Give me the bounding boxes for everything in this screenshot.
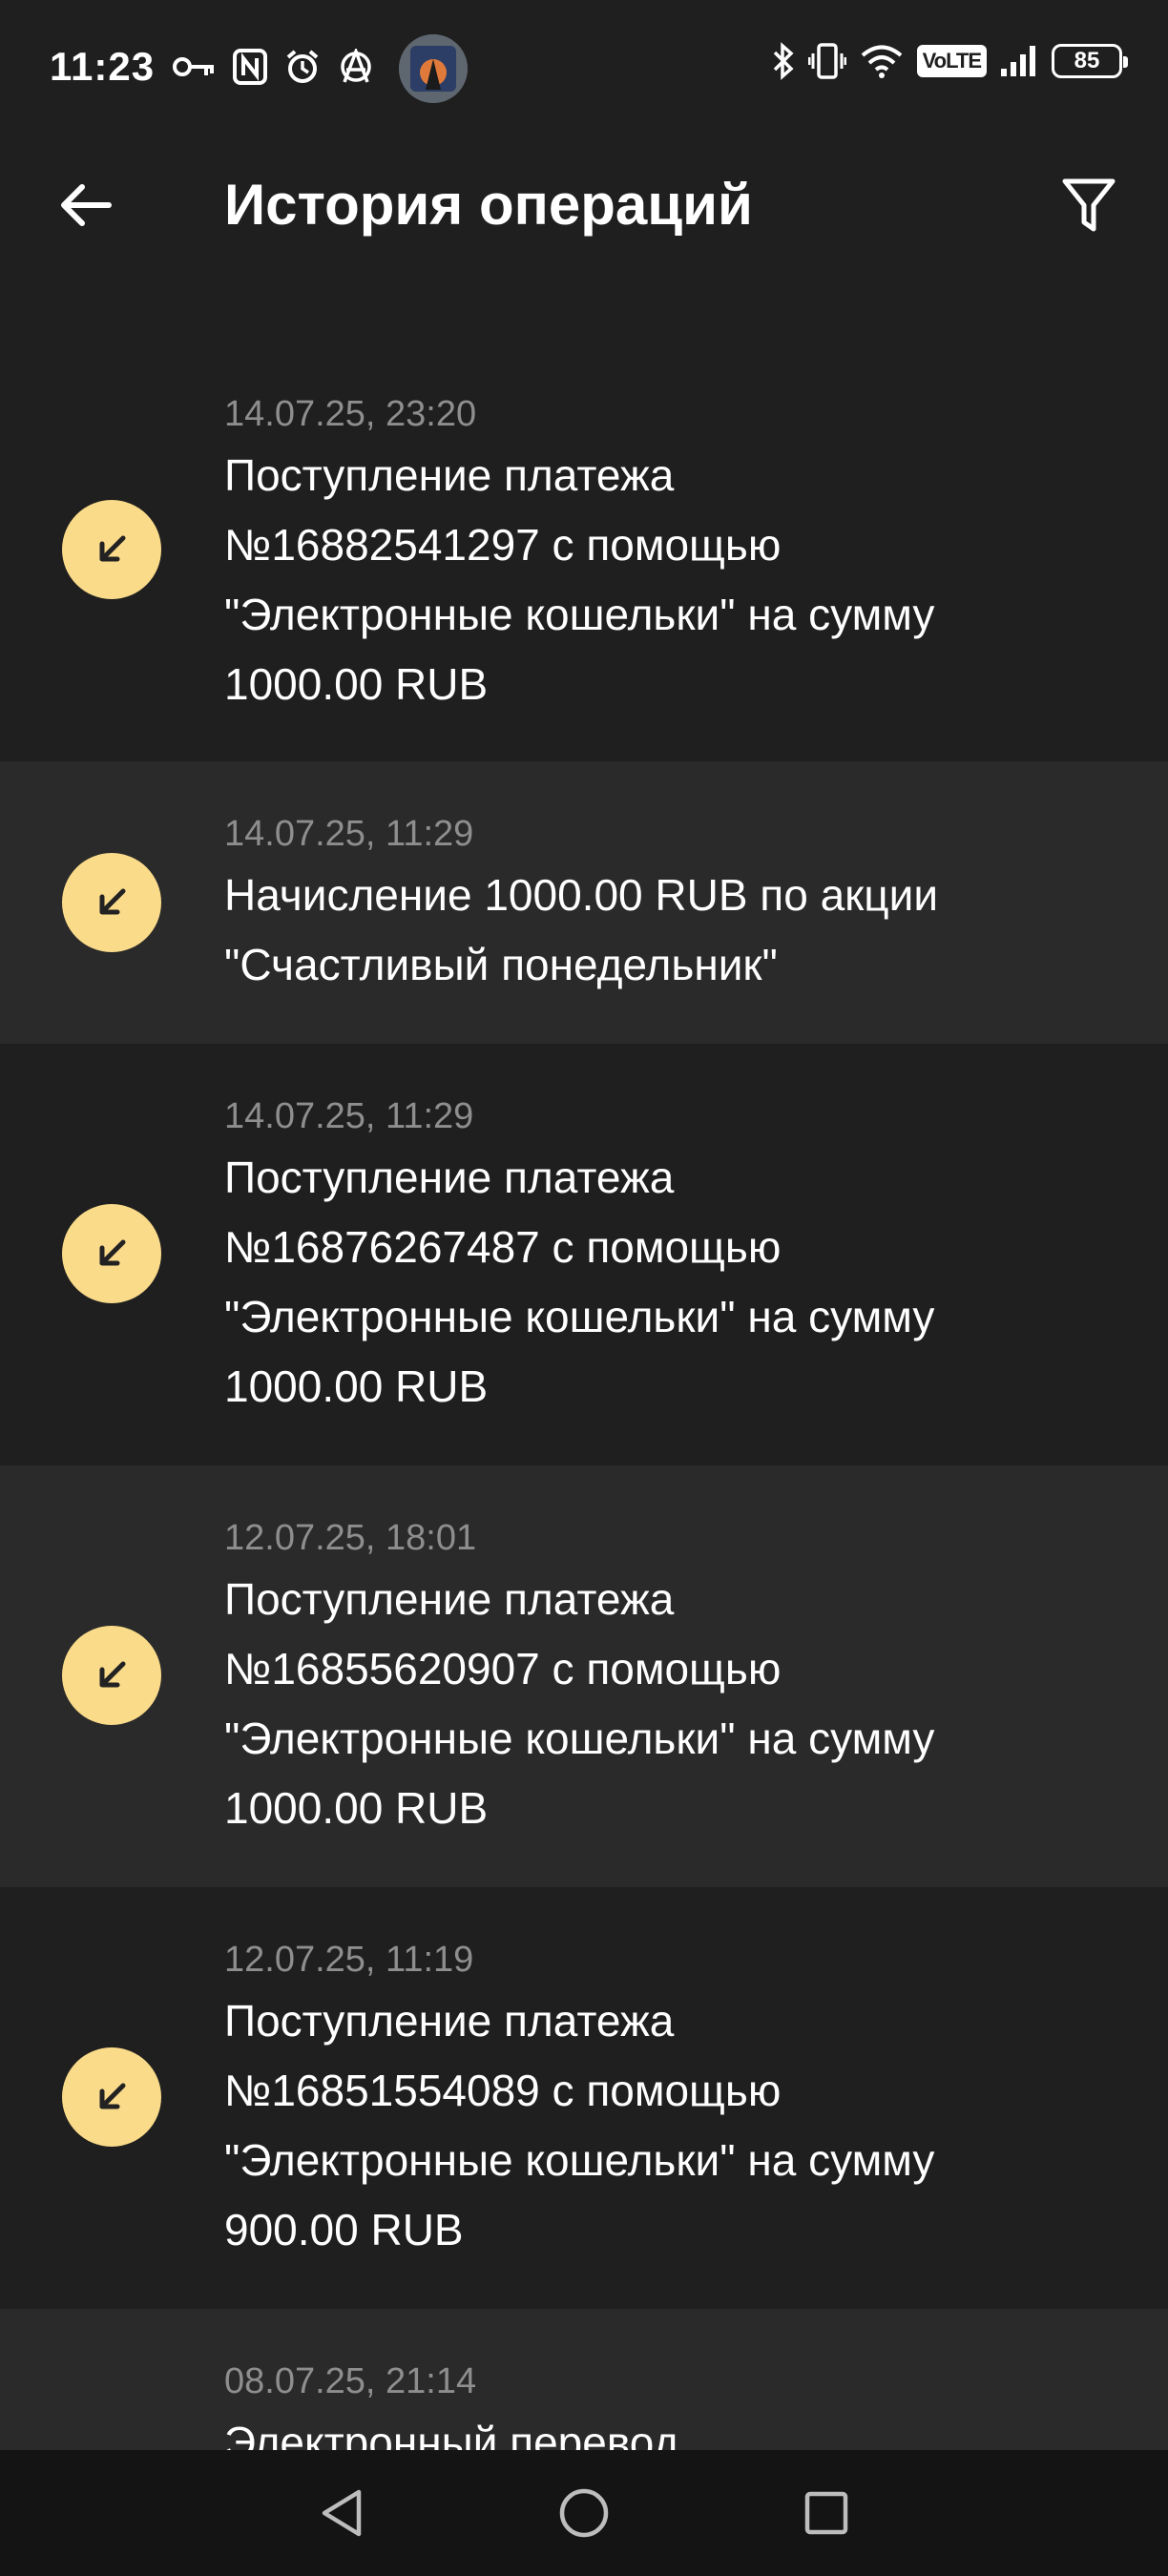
description-line: "Электронные кошельки" на сумму	[224, 2135, 935, 2185]
operation-content: 14.07.25, 11:29 Начисление 1000.00 RUB п…	[224, 813, 1111, 1000]
nav-recents-button[interactable]	[796, 2483, 857, 2544]
back-button[interactable]	[55, 175, 116, 236]
operation-description: Поступление платежа №16882541297 с помощ…	[224, 441, 1111, 719]
status-time: 11:23	[50, 44, 156, 89]
operation-content: 14.07.25, 11:29 Поступление платежа №168…	[224, 1095, 1111, 1422]
operation-description: Поступление платежа №16876267487 с помощ…	[224, 1143, 1111, 1422]
key-icon	[172, 52, 216, 81]
operation-content: 14.07.25, 23:20 Поступление платежа №168…	[224, 393, 1111, 719]
incoming-arrow-icon	[62, 1204, 161, 1303]
alarm-icon	[284, 49, 321, 85]
app-header: История операций	[0, 134, 1168, 277]
battery-level: 85	[1074, 48, 1100, 73]
operation-item[interactable]: 14.07.25, 23:20 Поступление платежа №168…	[0, 355, 1168, 761]
description-line: Поступление платежа	[224, 1996, 675, 2046]
description-line: "Счастливый понедельник"	[224, 940, 778, 989]
circle-home-icon	[559, 2488, 609, 2538]
description-line: Поступление платежа	[224, 1574, 675, 1624]
description-line: 1000.00 RUB	[224, 1783, 489, 1833]
operation-content: 12.07.25, 11:19 Поступление платежа №168…	[224, 1939, 1111, 2265]
description-line: Поступление платежа	[224, 1153, 675, 1202]
system-nav-bar	[0, 2450, 1168, 2576]
description-line: "Электронные кошельки" на сумму	[224, 590, 935, 639]
description-line: "Электронные кошельки" на сумму	[224, 1714, 935, 1763]
screen: 11:23 VoLTE 85 История операций 14.07.25…	[0, 0, 1168, 2576]
incoming-arrow-icon	[62, 1626, 161, 1725]
operation-description: Начисление 1000.00 RUB по акции "Счастли…	[224, 861, 1111, 1000]
vibrate-icon	[807, 42, 846, 80]
operation-description: Поступление платежа №16855620907 с помощ…	[224, 1565, 1111, 1843]
incoming-arrow-icon	[62, 2047, 161, 2147]
triangle-back-icon	[322, 2489, 362, 2537]
status-left: 11:23	[50, 44, 374, 90]
operation-date: 12.07.25, 18:01	[224, 1518, 477, 1558]
status-right: VoLTE 85	[772, 42, 1128, 80]
arrow-left-icon	[61, 184, 112, 226]
description-line: 900.00 RUB	[224, 2205, 464, 2254]
operation-date: 08.07.25, 21:14	[224, 2361, 477, 2401]
description-line: Начисление 1000.00 RUB по акции	[224, 870, 939, 920]
description-line: №16882541297 с помощью	[224, 520, 782, 570]
filter-icon	[1062, 178, 1116, 232]
operations-list: 14.07.25, 23:20 Поступление платежа №168…	[0, 355, 1168, 2576]
description-line: 1000.00 RUB	[224, 1361, 489, 1411]
nav-home-button[interactable]	[553, 2483, 615, 2544]
signal-icon	[1000, 44, 1038, 78]
operation-item[interactable]: 14.07.25, 11:29 Поступление платежа №168…	[0, 1044, 1168, 1465]
operation-item[interactable]: 12.07.25, 11:19 Поступление платежа №168…	[0, 1887, 1168, 2309]
filter-button[interactable]	[1057, 174, 1120, 237]
operation-item[interactable]: 14.07.25, 11:29 Начисление 1000.00 RUB п…	[0, 761, 1168, 1044]
operation-item[interactable]: 12.07.25, 18:01 Поступление платежа №168…	[0, 1465, 1168, 1887]
volte-icon: VoLTE	[916, 45, 987, 77]
description-line: №16855620907 с помощью	[224, 1644, 782, 1693]
incoming-arrow-icon	[62, 853, 161, 952]
operation-date: 14.07.25, 23:20	[224, 394, 477, 434]
description-line: "Электронные кошельки" на сумму	[224, 1292, 935, 1341]
description-line: №16851554089 с помощью	[224, 2066, 782, 2115]
wifi-icon	[860, 43, 904, 79]
anarchy-icon	[338, 49, 374, 85]
operation-date: 14.07.25, 11:29	[224, 1096, 474, 1136]
nav-back-button[interactable]	[311, 2483, 372, 2544]
nfc-icon	[233, 49, 268, 85]
notification-avatar	[399, 34, 468, 103]
operation-date: 14.07.25, 11:29	[224, 814, 474, 854]
operation-content: 12.07.25, 18:01 Поступление платежа №168…	[224, 1517, 1111, 1843]
page-title: История операций	[224, 173, 753, 237]
operation-date: 12.07.25, 11:19	[224, 1940, 474, 1980]
battery-icon: 85	[1052, 44, 1128, 78]
description-line: 1000.00 RUB	[224, 659, 489, 709]
status-bar: 11:23 VoLTE 85	[0, 0, 1168, 134]
description-line: №16876267487 с помощью	[224, 1222, 782, 1272]
description-line: Поступление платежа	[224, 450, 675, 500]
operation-description: Поступление платежа №16851554089 с помощ…	[224, 1986, 1111, 2265]
incoming-arrow-icon	[62, 500, 161, 599]
bluetooth-icon	[772, 42, 795, 80]
square-recents-icon	[804, 2491, 848, 2535]
